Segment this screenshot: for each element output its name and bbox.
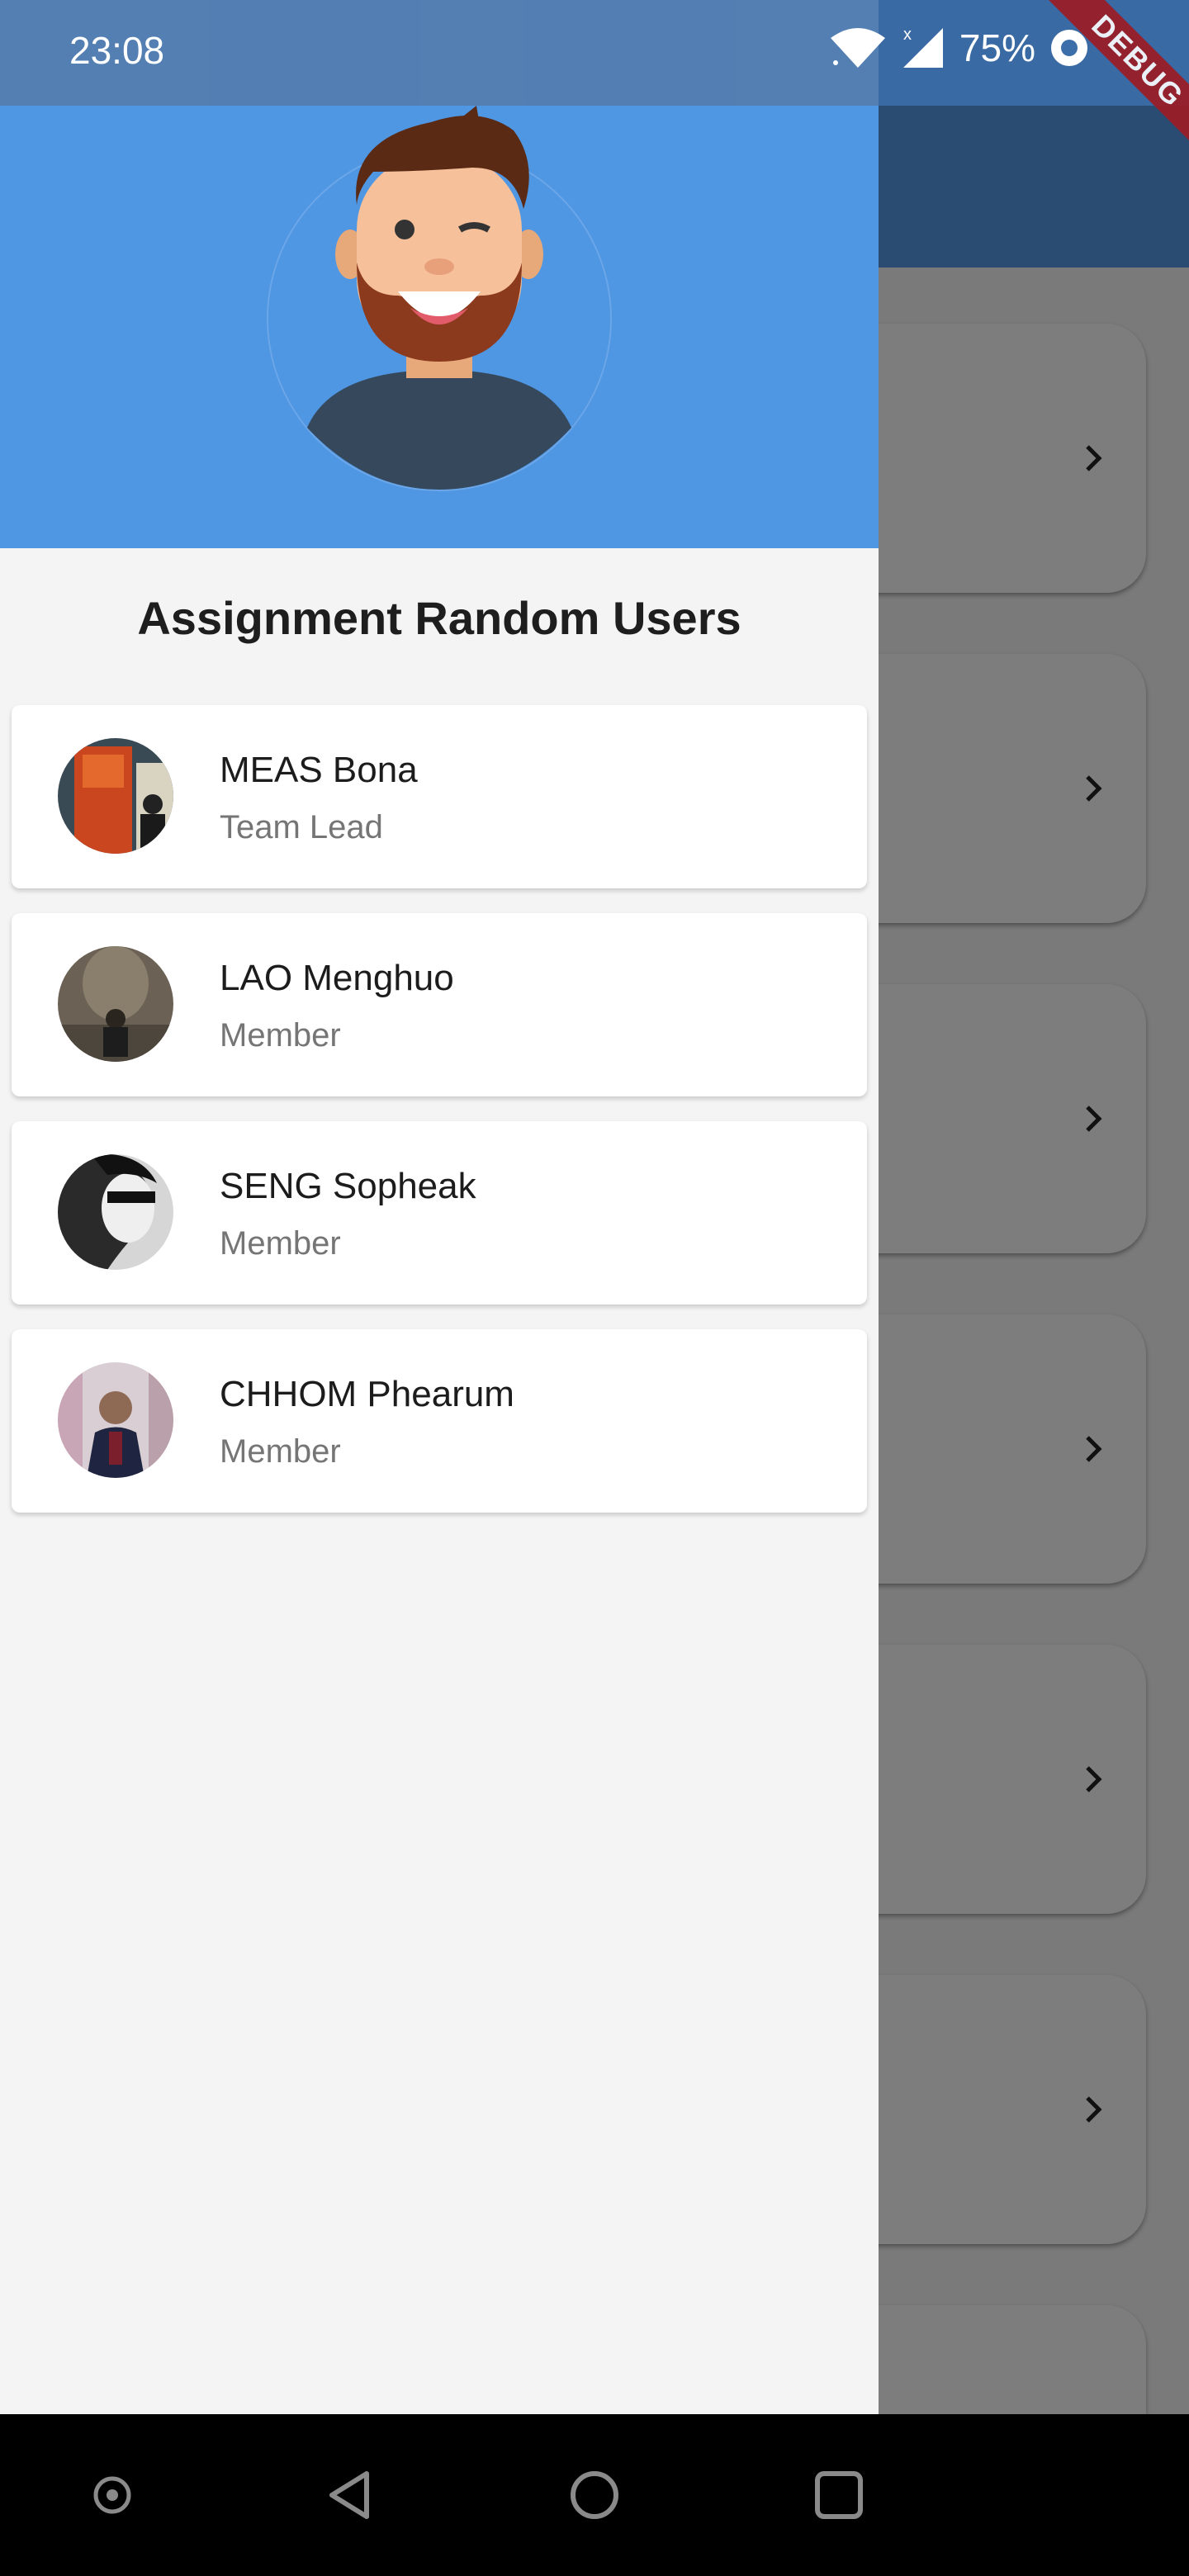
debug-banner: DEBUG bbox=[1024, 0, 1189, 165]
avatar bbox=[58, 738, 173, 854]
chevron-right-icon bbox=[1086, 1436, 1102, 1462]
status-bar: 23:08 x 75% bbox=[0, 0, 1189, 106]
member-card[interactable]: CHHOM Phearum Member bbox=[12, 1329, 867, 1513]
member-card[interactable]: LAO Menghuo Member bbox=[12, 913, 867, 1096]
svg-text:x: x bbox=[903, 26, 912, 44]
member-role: Member bbox=[220, 1017, 341, 1054]
member-name: SENG Sopheak bbox=[220, 1166, 476, 1206]
chevron-right-icon bbox=[1086, 2096, 1102, 2123]
avatar bbox=[58, 1362, 173, 1478]
avatar bbox=[58, 946, 173, 1062]
wifi-icon bbox=[830, 28, 885, 68]
system-nav-bar bbox=[0, 2414, 1189, 2576]
chevron-right-icon bbox=[1086, 1106, 1102, 1132]
member-role: Team Lead bbox=[220, 809, 383, 845]
member-card[interactable]: MEAS Bona Team Lead bbox=[12, 705, 867, 888]
debug-label: DEBUG bbox=[1035, 0, 1189, 163]
chevron-right-icon bbox=[1086, 775, 1102, 802]
status-time: 23:08 bbox=[69, 29, 165, 72]
chevron-right-icon bbox=[1086, 1766, 1102, 1792]
avatar-illustration bbox=[267, 106, 612, 491]
signal-icon: x bbox=[902, 26, 943, 68]
navigation-drawer: Assignment Random Users MEAS Bona Team L… bbox=[0, 0, 879, 2414]
assistant-icon[interactable] bbox=[79, 2462, 145, 2528]
drawer-header bbox=[0, 106, 879, 548]
member-card[interactable]: SENG Sopheak Member bbox=[12, 1121, 867, 1305]
member-role: Member bbox=[220, 1433, 341, 1470]
member-name: MEAS Bona bbox=[220, 750, 418, 790]
member-role: Member bbox=[220, 1225, 341, 1262]
back-icon[interactable] bbox=[319, 2462, 385, 2528]
drawer-title: Assignment Random Users bbox=[137, 592, 741, 644]
chevron-right-icon bbox=[1086, 445, 1102, 471]
recents-icon[interactable] bbox=[806, 2462, 872, 2528]
avatar bbox=[58, 1154, 173, 1270]
member-name: CHHOM Phearum bbox=[220, 1374, 514, 1414]
member-name: LAO Menghuo bbox=[220, 958, 454, 998]
home-icon[interactable] bbox=[561, 2462, 628, 2528]
